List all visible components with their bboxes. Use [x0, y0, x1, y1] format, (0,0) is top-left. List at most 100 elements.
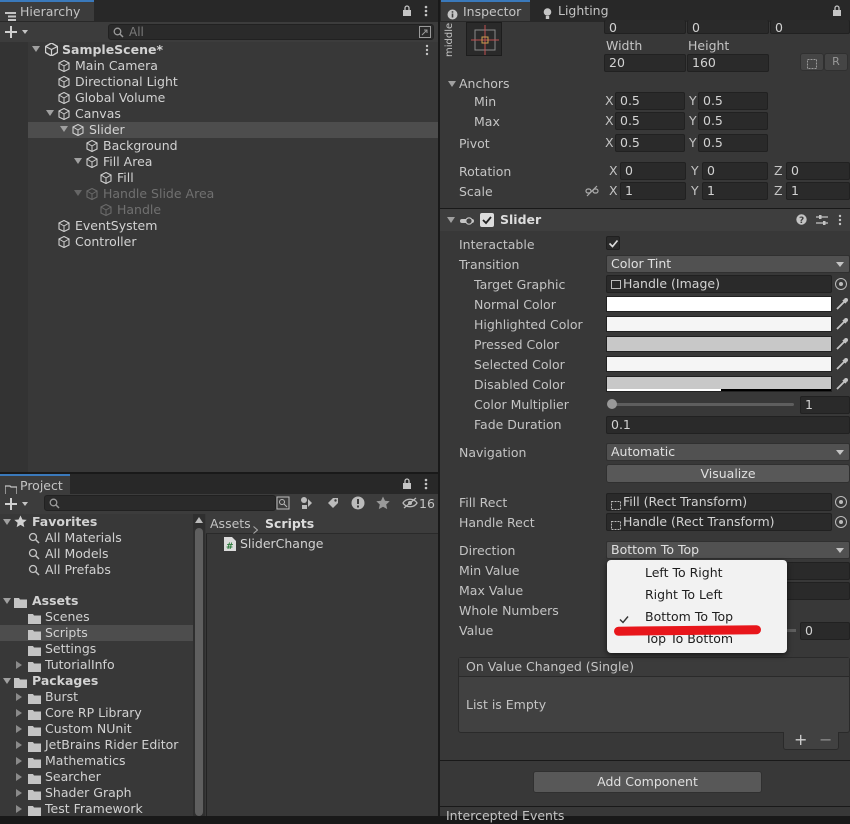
hierarchy-item-inactive[interactable]: Handle Slide Area — [0, 186, 438, 202]
anchor-preset-button[interactable] — [466, 22, 502, 56]
pressed-color-swatch[interactable] — [606, 336, 832, 352]
presets-icon[interactable] — [816, 214, 828, 226]
pos-z-field[interactable]: 0 — [770, 20, 850, 34]
scroll-up-icon[interactable] — [195, 517, 203, 523]
slider-component-header[interactable]: Slider ? — [440, 209, 850, 231]
assets-header[interactable]: Assets — [0, 593, 193, 609]
collapse-arrow-icon[interactable] — [16, 805, 22, 813]
color-multiplier-field[interactable]: 1 — [800, 396, 850, 414]
collapse-arrow-icon[interactable] — [16, 741, 22, 749]
menu-item-left-to-right[interactable]: Left To Right — [607, 562, 787, 584]
eyedropper-icon[interactable] — [835, 297, 849, 311]
expand-arrow-icon[interactable] — [447, 217, 455, 223]
handle-rect-field[interactable]: Handle (Rect Transform) — [606, 513, 832, 531]
assets-folder[interactable]: Scenes — [0, 609, 193, 625]
hierarchy-item[interactable]: Fill — [0, 170, 438, 186]
hierarchy-item[interactable]: Fill Area — [0, 154, 438, 170]
breadcrumb-current[interactable]: Scripts — [265, 514, 314, 533]
remove-listener-icon[interactable]: − — [819, 732, 832, 748]
blueprint-mode-button[interactable] — [800, 53, 824, 71]
rotation-y-field[interactable]: 0 — [702, 162, 768, 180]
expand-arrow-icon[interactable] — [60, 126, 68, 132]
hierarchy-item[interactable]: Canvas — [0, 106, 438, 122]
hierarchy-search-input[interactable]: All — [108, 24, 434, 40]
add-component-button[interactable]: Add Component — [533, 771, 762, 793]
packages-header[interactable]: Packages — [0, 673, 193, 689]
favorites-header[interactable]: Favorites — [0, 514, 193, 530]
scale-z-field[interactable]: 1 — [786, 182, 850, 200]
target-graphic-field[interactable]: Handle (Image) — [606, 275, 832, 293]
anchor-min-x-field[interactable]: 0.5 — [615, 92, 685, 110]
height-field[interactable]: 160 — [687, 54, 769, 72]
fade-duration-field[interactable]: 0.1 — [606, 416, 850, 434]
assets-folder[interactable]: Settings — [0, 641, 193, 657]
kebab-menu-icon[interactable] — [424, 478, 428, 490]
assets-folder-selected[interactable]: Scripts — [0, 625, 193, 641]
raw-edit-button[interactable]: R — [824, 53, 848, 71]
add-listener-icon[interactable]: + — [794, 732, 807, 748]
package-folder[interactable]: Shader Graph — [0, 785, 193, 801]
scale-y-field[interactable]: 1 — [702, 182, 768, 200]
package-folder[interactable]: Mathematics — [0, 753, 193, 769]
star-icon[interactable] — [376, 496, 390, 510]
enabled-checkbox[interactable] — [480, 213, 494, 227]
intercepted-events-label[interactable]: Intercepted Events — [446, 808, 564, 824]
breadcrumb-root[interactable]: Assets — [210, 514, 251, 533]
anchor-max-x-field[interactable]: 0.5 — [615, 112, 685, 130]
collapse-arrow-icon[interactable] — [16, 661, 22, 669]
package-folder[interactable]: Test Framework — [0, 801, 193, 817]
project-search-input[interactable] — [44, 495, 276, 511]
expand-arrow-icon[interactable] — [3, 598, 11, 604]
object-picker-icon[interactable] — [835, 496, 847, 508]
warning-icon[interactable] — [351, 496, 365, 510]
package-folder[interactable]: Core RP Library — [0, 705, 193, 721]
lock-icon[interactable] — [402, 5, 412, 17]
collapse-arrow-icon[interactable] — [16, 773, 22, 781]
expand-arrow-icon[interactable] — [448, 81, 456, 87]
scene-menu-icon[interactable] — [425, 44, 429, 56]
package-folder[interactable]: Custom NUnit — [0, 721, 193, 737]
lock-icon[interactable] — [832, 5, 842, 17]
color-multiplier-track[interactable] — [610, 403, 794, 406]
hierarchy-item[interactable]: Global Volume — [0, 90, 438, 106]
kebab-menu-icon[interactable] — [424, 5, 428, 17]
pivot-y-field[interactable]: 0.5 — [698, 134, 768, 152]
lighting-tab[interactable]: Lighting — [537, 0, 617, 21]
object-picker-icon[interactable] — [835, 516, 847, 528]
scene-row[interactable]: SampleScene* — [0, 42, 438, 58]
pos-x-field[interactable]: 0 — [604, 20, 686, 34]
collapse-arrow-icon[interactable] — [16, 757, 22, 765]
component-menu-icon[interactable] — [838, 214, 842, 226]
expand-arrow-icon[interactable] — [74, 190, 82, 196]
hierarchy-tab[interactable]: Hierarchy — [0, 0, 94, 21]
expand-arrow-icon[interactable] — [32, 46, 40, 52]
project-tab[interactable]: Project — [0, 474, 70, 496]
tree-scrollbar[interactable] — [193, 514, 205, 816]
normal-color-swatch[interactable] — [606, 296, 832, 312]
value-field[interactable]: 0 — [800, 622, 850, 640]
filter-by-type-icon[interactable] — [300, 496, 314, 510]
hierarchy-item[interactable]: Main Camera — [0, 58, 438, 74]
fill-rect-field[interactable]: Fill (Rect Transform) — [606, 493, 832, 511]
scale-x-field[interactable]: 1 — [620, 182, 686, 200]
pivot-x-field[interactable]: 0.5 — [615, 134, 685, 152]
interactable-checkbox[interactable] — [606, 236, 620, 250]
hierarchy-item[interactable]: Controller — [0, 234, 438, 250]
inspector-tab[interactable]: Inspector — [441, 0, 530, 21]
collapse-arrow-icon[interactable] — [16, 693, 22, 701]
package-folder[interactable]: Burst — [0, 689, 193, 705]
hierarchy-item[interactable]: EventSystem — [0, 218, 438, 234]
add-icon[interactable] — [4, 25, 30, 39]
collapse-arrow-icon[interactable] — [16, 725, 22, 733]
collapse-arrow-icon[interactable] — [16, 789, 22, 797]
expand-arrow-icon[interactable] — [46, 110, 54, 116]
hierarchy-item-inactive[interactable]: Handle — [0, 202, 438, 218]
expand-arrow-icon[interactable] — [74, 158, 82, 164]
selected-color-swatch[interactable] — [606, 356, 832, 372]
anchor-max-y-field[interactable]: 0.5 — [698, 112, 768, 130]
help-icon[interactable]: ? — [796, 214, 807, 226]
disabled-color-swatch[interactable] — [606, 376, 832, 392]
direction-dropdown[interactable]: Bottom To Top — [606, 541, 850, 559]
hidden-packages-icon[interactable] — [402, 497, 420, 509]
hierarchy-item[interactable]: Directional Light — [0, 74, 438, 90]
